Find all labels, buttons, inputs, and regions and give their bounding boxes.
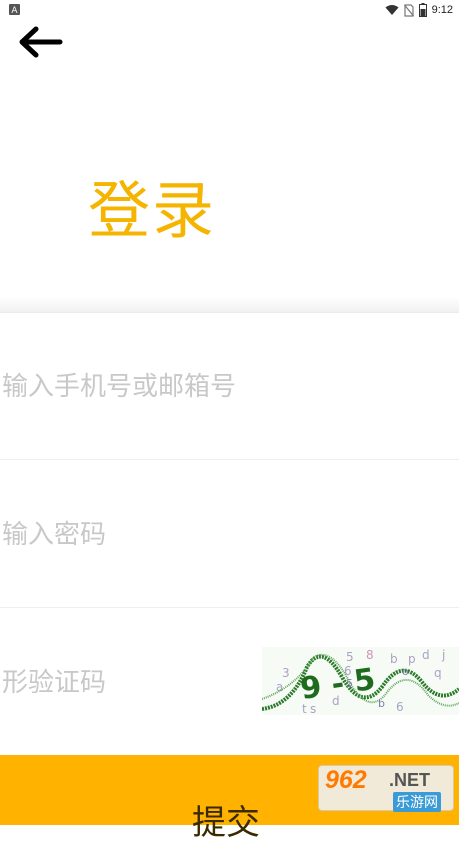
svg-text:A: A bbox=[11, 6, 18, 15]
captcha-image[interactable]: 358 bpd j6d 6ts qa 9 - 5 5bo bbox=[262, 647, 459, 715]
status-icons: 9:12 bbox=[385, 2, 453, 18]
svg-text:b: b bbox=[390, 652, 398, 666]
svg-text:3: 3 bbox=[282, 666, 290, 680]
submit-button-label: 提交 bbox=[192, 803, 260, 843]
svg-text:5: 5 bbox=[346, 650, 354, 664]
account-input[interactable] bbox=[2, 362, 442, 412]
status-time: 9:12 bbox=[431, 4, 453, 16]
password-field-row bbox=[0, 460, 459, 608]
back-button[interactable] bbox=[14, 20, 66, 64]
captcha-text: 9 - 5 bbox=[298, 662, 377, 707]
svg-text:8: 8 bbox=[366, 648, 374, 662]
captcha-noise: 35 8 bpd j6d 6t s qa 9 - 5 5bo bbox=[262, 648, 459, 715]
svg-text:6: 6 bbox=[396, 700, 404, 714]
watermark-site: 乐游网 bbox=[393, 792, 441, 812]
svg-text:j: j bbox=[441, 648, 445, 662]
svg-text:q: q bbox=[434, 666, 442, 680]
status-bar: A 9:12 bbox=[0, 0, 459, 20]
password-input[interactable] bbox=[2, 510, 442, 560]
captcha-input[interactable] bbox=[2, 658, 252, 708]
header-divider bbox=[0, 296, 459, 313]
watermark-number: 962 bbox=[325, 766, 367, 794]
svg-text:o: o bbox=[402, 665, 409, 678]
watermark-net: .NET bbox=[389, 770, 431, 790]
arrow-left-icon bbox=[19, 26, 63, 58]
svg-text:5: 5 bbox=[346, 677, 353, 690]
svg-text:p: p bbox=[408, 652, 416, 666]
svg-text:d: d bbox=[422, 648, 430, 662]
page-title: 登录 bbox=[88, 174, 217, 247]
watermark-logo: 962 .NET 乐游网 bbox=[318, 765, 454, 812]
wifi-icon bbox=[385, 5, 399, 15]
account-field-row bbox=[0, 312, 459, 460]
captcha-field-row: 358 bpd j6d 6ts qa 9 - 5 5bo bbox=[0, 608, 459, 756]
svg-text:b: b bbox=[378, 697, 385, 710]
notification-a-icon: A bbox=[9, 4, 20, 15]
battery-icon bbox=[418, 3, 427, 17]
no-sim-icon bbox=[403, 3, 414, 17]
